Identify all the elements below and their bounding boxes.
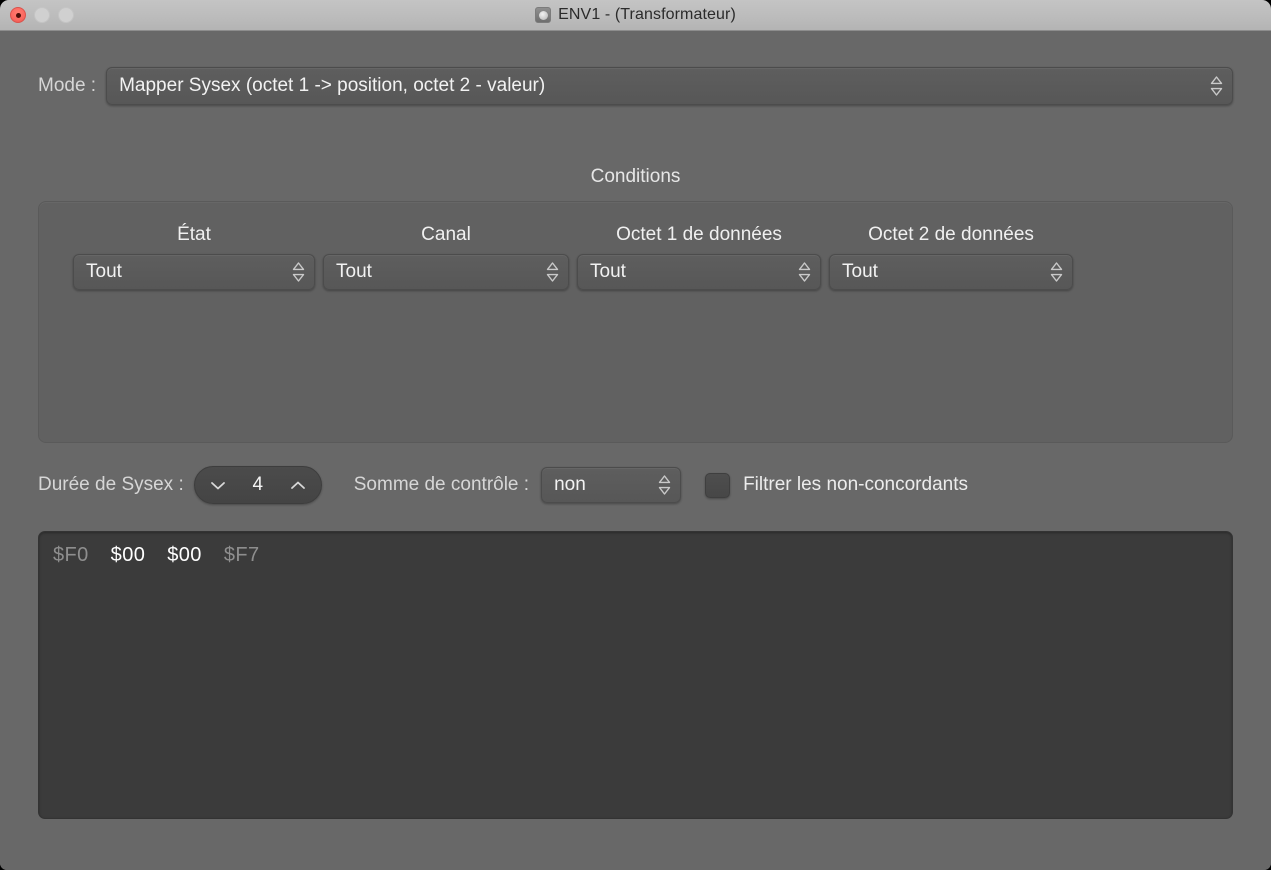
condition-select-octet2[interactable]: Tout <box>829 254 1073 290</box>
condition-select-octet2-value: Tout <box>842 261 878 282</box>
chevron-up-icon[interactable] <box>289 476 307 494</box>
conditions-columns: État Tout Canal Tout Octet 1 de données … <box>73 224 1073 290</box>
condition-column-etat: État Tout <box>73 224 315 290</box>
condition-header-etat: État <box>177 224 211 245</box>
condition-select-octet1-value: Tout <box>590 261 626 282</box>
minimize-button[interactable] <box>34 7 50 23</box>
condition-select-etat-value: Tout <box>86 261 122 282</box>
sysex-data-area[interactable]: $F0 $00 $00 $F7 <box>38 531 1233 819</box>
condition-column-canal: Canal Tout <box>323 224 569 290</box>
chevron-updown-icon <box>546 261 558 283</box>
conditions-groupbox: État Tout Canal Tout Octet 1 de données … <box>38 201 1233 443</box>
zoom-button[interactable] <box>58 7 74 23</box>
duree-label: Durée de Sysex : <box>38 474 184 495</box>
condition-select-octet1[interactable]: Tout <box>577 254 821 290</box>
filtrer-non-concordants-checkbox[interactable] <box>705 472 731 498</box>
chevron-updown-icon <box>658 474 670 496</box>
window-title-group: ENV1 - (Transformateur) <box>0 0 1271 30</box>
sysex-byte[interactable]: $00 <box>111 544 146 567</box>
somme-select[interactable]: non <box>541 467 682 503</box>
duree-value: 4 <box>252 474 264 495</box>
window-title: ENV1 - (Transformateur) <box>558 6 736 23</box>
traffic-light-group <box>10 7 74 23</box>
chevron-updown-icon <box>1050 261 1062 283</box>
chevron-updown-icon <box>292 261 304 283</box>
condition-header-octet1: Octet 1 de données <box>616 224 782 245</box>
chevron-down-icon[interactable] <box>209 476 227 494</box>
transformer-window: ENV1 - (Transformateur) Mode : Mapper Sy… <box>0 0 1271 870</box>
condition-header-canal: Canal <box>421 224 471 245</box>
duree-stepper[interactable]: 4 <box>193 466 322 504</box>
condition-select-canal-value: Tout <box>336 261 372 282</box>
mode-label: Mode : <box>38 75 97 96</box>
transformer-icon-disc <box>538 10 548 20</box>
condition-column-octet1: Octet 1 de données Tout <box>577 224 821 290</box>
sysex-byte[interactable]: $00 <box>167 544 202 567</box>
close-button[interactable] <box>10 7 26 23</box>
somme-label: Somme de contrôle : <box>353 474 530 495</box>
chevron-updown-icon <box>798 261 810 283</box>
condition-column-octet2: Octet 2 de données Tout <box>829 224 1073 290</box>
mode-select[interactable]: Mapper Sysex (octet 1 -> position, octet… <box>106 67 1233 105</box>
somme-select-value: non <box>554 474 586 495</box>
filtrer-non-concordants-label: Filtrer les non-concordants <box>743 474 968 495</box>
chevron-updown-icon <box>1210 75 1222 97</box>
mode-select-value: Mapper Sysex (octet 1 -> position, octet… <box>119 75 546 96</box>
condition-select-etat[interactable]: Tout <box>73 254 315 290</box>
sysex-byte[interactable]: $F7 <box>224 544 260 567</box>
sysex-byte-row: $F0 $00 $00 $F7 <box>53 544 1218 567</box>
options-row: Durée de Sysex : 4 Somme de contrôle : n… <box>38 464 1233 506</box>
conditions-title: Conditions <box>590 166 681 187</box>
condition-header-octet2: Octet 2 de données <box>868 224 1034 245</box>
condition-select-canal[interactable]: Tout <box>323 254 569 290</box>
mode-row: Mode : Mapper Sysex (octet 1 -> position… <box>38 67 1233 105</box>
window-titlebar[interactable]: ENV1 - (Transformateur) <box>0 0 1271 31</box>
sysex-byte[interactable]: $F0 <box>53 544 89 567</box>
window-content: Mode : Mapper Sysex (octet 1 -> position… <box>0 31 1271 870</box>
transformer-icon <box>535 7 552 23</box>
